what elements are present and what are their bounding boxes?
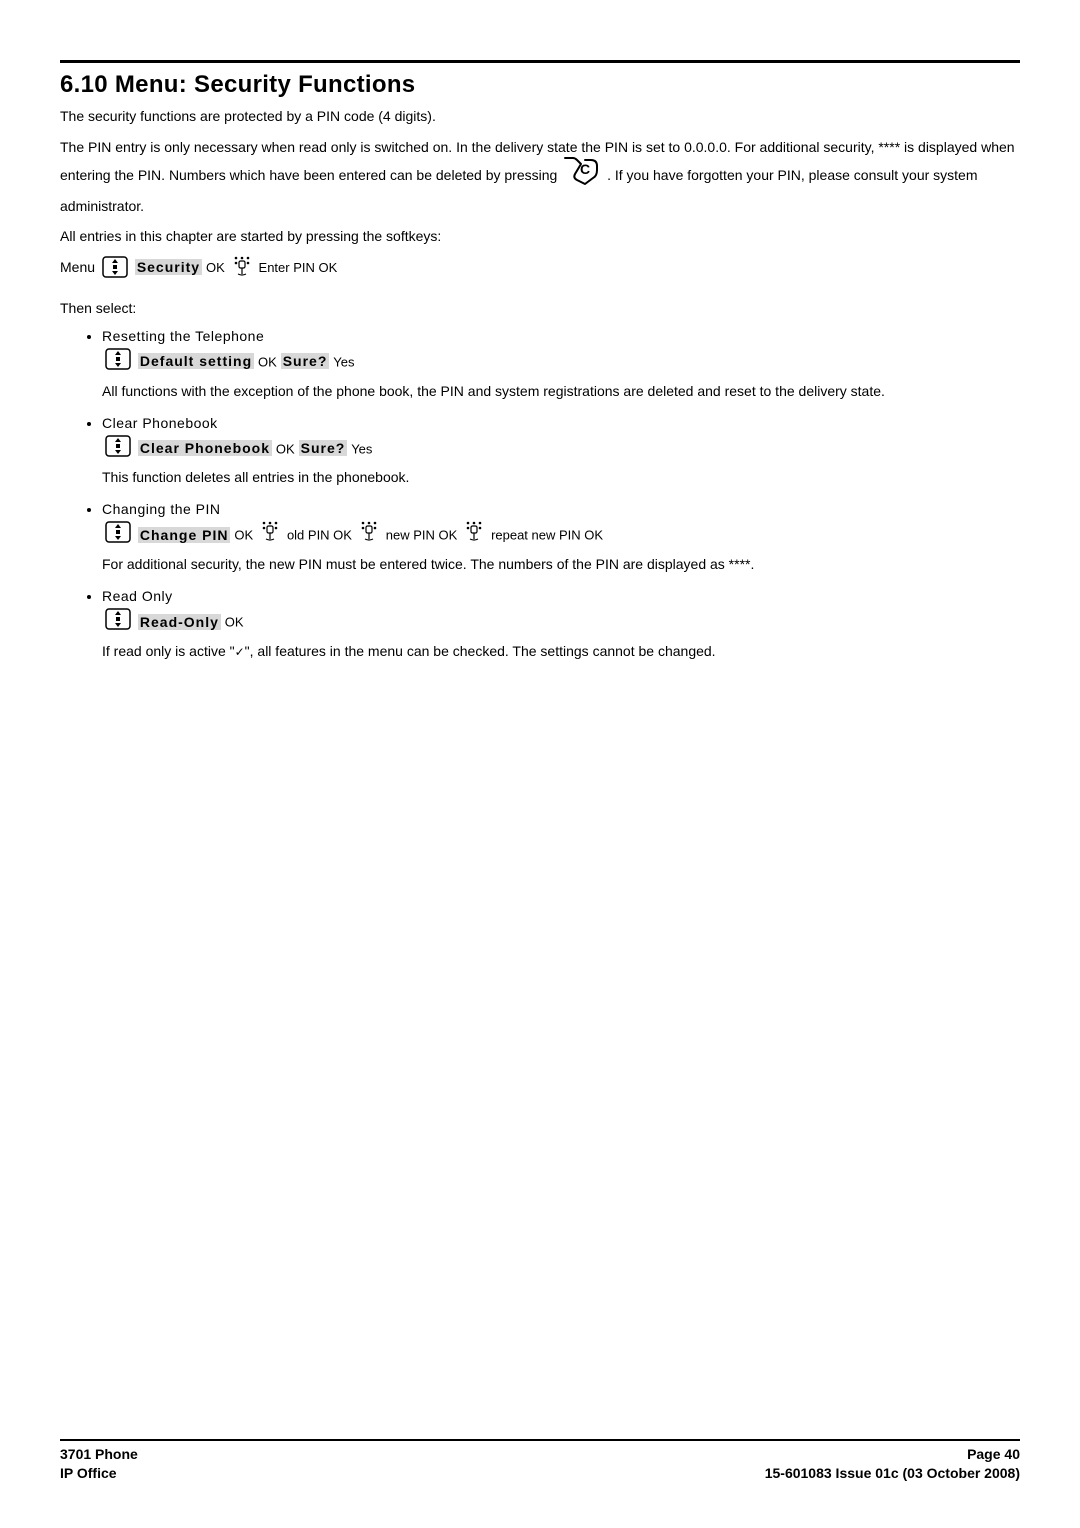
footer-right: Page 40 15-601083 Issue 01c (03 October … [765,1445,1020,1483]
item-sequence: Change PIN OK old PIN OK [102,521,1020,551]
ok-label: OK [206,260,225,275]
intro-p1: The security functions are protected by … [60,107,1020,126]
page-footer: 3701 Phone IP Office Page 40 15-601083 I… [60,1439,1020,1483]
svg-text:C: C [580,161,590,177]
keypad-icon [359,520,379,550]
item-desc: All functions with the exception of the … [102,382,1020,401]
nav-key-icon [105,521,131,551]
item-title: Changing the PIN [102,501,1020,517]
list-item-read-only: Read Only Read-Only OK If read only is a… [102,588,1020,661]
option-list: Resetting the Telephone Default setting … [60,328,1020,661]
item-desc: If read only is active "✓", all features… [102,642,1020,661]
nav-key-icon [102,256,128,281]
top-rule [60,60,1020,63]
nav-key-icon [105,608,131,638]
then-select: Then select: [60,299,1020,318]
ok-label: OK [276,441,295,456]
intro-p3: All entries in this chapter are started … [60,227,1020,246]
footer-right1: Page 40 [765,1445,1020,1464]
list-item-clear-phonebook: Clear Phonebook Clear Phonebook OK Sure?… [102,415,1020,488]
section-number: 6.10 [60,71,108,98]
keypad-icon [464,520,484,550]
footer-row: 3701 Phone IP Office Page 40 15-601083 I… [60,1445,1020,1483]
keypad-icon [260,520,280,550]
c-key-icon: C [563,156,601,192]
yes-label: Yes [351,441,372,456]
item-sequence: Read-Only OK [102,608,1020,638]
item-label-highlight: Change PIN [138,527,231,543]
item-label-highlight: Read-Only [138,614,221,630]
item-sequence: Clear Phonebook OK Sure? Yes [102,435,1020,465]
footer-right2: 15-601083 Issue 01c (03 October 2008) [765,1464,1020,1483]
yes-label: Yes [333,354,354,369]
new-pin-label: new PIN OK [386,528,458,543]
security-highlight: Security [135,259,202,275]
list-item-change-pin: Changing the PIN Change PIN OK [102,501,1020,574]
sure-highlight: Sure? [281,353,330,369]
sure-highlight: Sure? [299,440,348,456]
ok-label: OK [225,615,244,630]
footer-left2: IP Office [60,1464,138,1483]
softkey-sequence: Menu Security OK Enter PIN OK [60,256,1020,281]
ok-label: OK [258,354,277,369]
item-label-highlight: Clear Phonebook [138,440,272,456]
desc-a: If read only is active " [102,643,235,659]
enterpin-label: Enter PIN OK [259,260,338,275]
item-sequence: Default setting OK Sure? Yes [102,348,1020,378]
footer-left1: 3701 Phone [60,1445,138,1464]
menu-label: Menu [60,259,95,275]
item-desc: This function deletes all entries in the… [102,468,1020,487]
intro-p2: The PIN entry is only necessary when rea… [60,136,1020,217]
check-icon: ✓ [235,645,245,659]
repeat-pin-label: repeat new PIN OK [491,528,603,543]
ok-label: OK [234,528,253,543]
list-item-reset: Resetting the Telephone Default setting … [102,328,1020,401]
section-heading: Menu: Security Functions [115,71,416,98]
desc-b: ", all features in the menu can be check… [245,643,716,659]
keypad-icon [232,255,252,280]
item-title: Read Only [102,588,1020,604]
item-label-highlight: Default setting [138,353,254,369]
footer-rule [60,1439,1020,1441]
nav-key-icon [105,348,131,378]
old-pin-label: old PIN OK [287,528,352,543]
nav-key-icon [105,435,131,465]
document-page: 6.10 Menu: Security Functions The securi… [0,0,1080,1528]
item-title: Clear Phonebook [102,415,1020,431]
item-desc: For additional security, the new PIN mus… [102,555,1020,574]
section-title: 6.10 Menu: Security Functions [60,71,1020,99]
item-title: Resetting the Telephone [102,328,1020,344]
footer-left: 3701 Phone IP Office [60,1445,138,1483]
